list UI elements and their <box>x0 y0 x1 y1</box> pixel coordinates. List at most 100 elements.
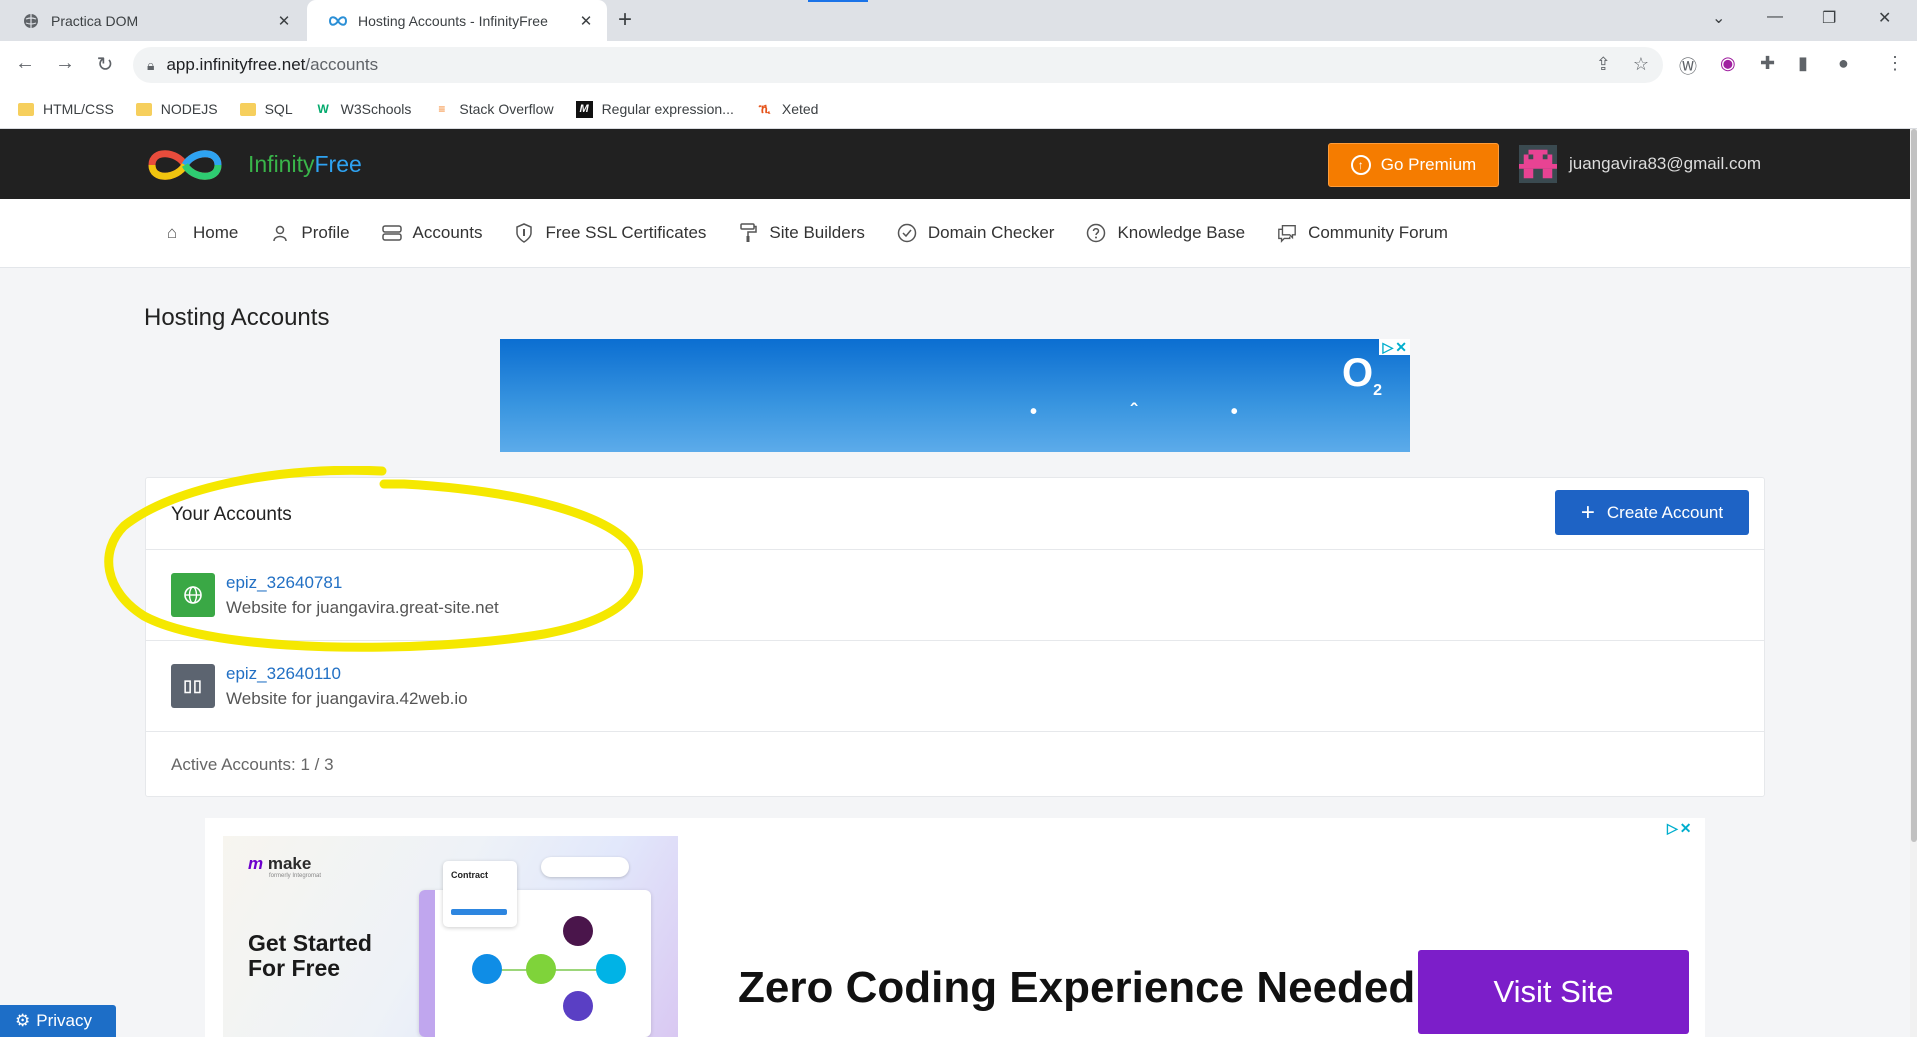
nav-label: Home <box>193 223 239 242</box>
bookmark-nodejs[interactable]: NODEJS <box>135 101 218 117</box>
card-title: Your Accounts <box>171 504 292 525</box>
o2-logo: O2 <box>1342 351 1382 400</box>
back-icon[interactable]: ← <box>12 52 38 75</box>
visit-site-button[interactable]: Visit Site <box>1418 950 1689 1034</box>
user-email[interactable]: juangavira83@gmail.com <box>1569 154 1761 174</box>
tab-practica-dom[interactable]: Practica DOM ✕ <box>0 0 305 41</box>
accounts-card: Your Accounts + Create Account epiz_3264… <box>145 477 1765 797</box>
ad-close-icon[interactable]: ✕ <box>1680 821 1692 835</box>
create-account-label: Create Account <box>1606 502 1724 522</box>
adchoices[interactable]: ▷ ✕ <box>1664 820 1695 836</box>
shield-icon <box>514 223 534 243</box>
folder-icon <box>135 102 152 116</box>
menu-kebab-icon[interactable]: ⋮ <box>1886 53 1904 74</box>
nav-profile[interactable]: Profile <box>270 223 350 243</box>
profile-icon[interactable]: ● <box>1838 53 1849 74</box>
nav-community-forum[interactable]: Community Forum <box>1277 223 1448 243</box>
address-bar[interactable]: 🔒︎ app.infinityfree.net/accounts ⇪ ☆ <box>133 47 1663 83</box>
calendly-icon <box>596 954 626 984</box>
reload-icon[interactable]: ↻ <box>92 52 118 77</box>
account-name-link[interactable]: epiz_32640781 <box>226 573 342 593</box>
bookmark-stackoverflow[interactable]: ≡ Stack Overflow <box>433 101 553 118</box>
globe-icon <box>171 573 215 617</box>
bookmark-label: Stack Overflow <box>459 101 554 117</box>
ad-make[interactable]: m make formerly Integromat Get Started F… <box>205 818 1705 1037</box>
nav-accounts[interactable]: Accounts <box>381 223 483 243</box>
chat-icon <box>1277 223 1297 243</box>
contract-label: Contract <box>451 870 489 880</box>
nav-site-builders[interactable]: Site Builders <box>738 223 865 243</box>
create-account-button[interactable]: + Create Account <box>1555 490 1749 535</box>
bookmark-html-css[interactable]: HTML/CSS <box>18 101 114 117</box>
make-logo: m make <box>248 854 311 874</box>
arrow-up-circle-icon: ↑ <box>1350 155 1371 175</box>
nav-label: Site Builders <box>769 223 865 242</box>
url-host: app.infinityfree.net <box>166 55 306 74</box>
close-tab-icon[interactable]: ✕ <box>577 12 595 30</box>
adchoices-play-icon[interactable]: ▷ <box>1667 821 1678 835</box>
adchoices[interactable]: ▷ ✕ <box>1379 339 1410 355</box>
active-accounts-count: Active Accounts: 1 / 3 <box>171 755 334 774</box>
new-tab-icon[interactable]: + <box>618 6 632 34</box>
ad-tagline: Get Started For Free <box>248 930 372 981</box>
account-description: Website for juangavira.great-site.net <box>226 598 499 617</box>
gear-icon: ⚙ <box>15 1011 31 1030</box>
omnibox-actions: ⇪ ☆ <box>1596 54 1649 75</box>
tab-hosting-accounts[interactable]: Hosting Accounts - InfinityFree ✕ <box>307 0 607 41</box>
make-logo-text: make <box>267 854 312 873</box>
bookmark-w3schools[interactable]: W W3Schools <box>315 101 411 118</box>
nav-home[interactable]: ⌂ Home <box>162 223 239 243</box>
flow-node-icon <box>526 954 556 984</box>
privacy-button[interactable]: ⚙ Privacy <box>0 1005 116 1037</box>
tab-title: Practica DOM <box>51 12 139 29</box>
infinityfree-logo-icon[interactable] <box>144 145 226 185</box>
minimize-icon[interactable]: — <box>1767 8 1783 26</box>
bookmark-label: Regular expression... <box>601 101 734 117</box>
stackoverflow-icon: ≡ <box>438 102 446 116</box>
privacy-label: Privacy <box>36 1011 92 1030</box>
xeted-icon: ኺ <box>758 101 770 116</box>
star-icon[interactable]: ☆ <box>1633 54 1649 75</box>
adchoices-play-icon[interactable]: ▷ <box>1382 340 1393 354</box>
scrollbar-thumb[interactable] <box>1911 129 1917 842</box>
wordpress-extension-icon[interactable]: Ⓦ <box>1679 53 1697 79</box>
plus-icon: + <box>1580 498 1595 526</box>
account-row[interactable]: epiz_32640781 Website for juangavira.gre… <box>146 550 1764 641</box>
url-path: /accounts <box>305 55 379 74</box>
account-name-link[interactable]: epiz_32640110 <box>226 664 341 684</box>
bookmark-sql[interactable]: SQL <box>239 101 293 117</box>
go-premium-button[interactable]: ↑ Go Premium <box>1328 143 1499 187</box>
ad-banner-o2[interactable]: • ˆ • O2 ▷ ✕ <box>500 339 1410 452</box>
card-header: Your Accounts + Create Account <box>146 478 1764 550</box>
intercom-icon <box>563 991 593 1021</box>
nav-domain-checker[interactable]: Domain Checker <box>897 223 1054 243</box>
puzzle-extensions-icon[interactable]: ✚ <box>1760 53 1775 74</box>
bookmark-label: NODEJS <box>160 101 218 117</box>
infinity-favicon-icon <box>329 12 347 30</box>
folder-icon <box>239 102 256 116</box>
ad-close-icon[interactable]: ✕ <box>1395 340 1407 354</box>
account-row[interactable]: ▯▯ epiz_32640110 Website for juangavira.… <box>146 641 1764 732</box>
share-icon[interactable]: ⇪ <box>1596 54 1611 75</box>
tab-search-chevron-icon[interactable]: ⌄ <box>1712 8 1725 28</box>
avatar[interactable] <box>1519 145 1557 183</box>
forward-icon[interactable]: → <box>52 52 78 75</box>
bookmark-regex[interactable]: M Regular expression... <box>575 100 734 118</box>
globe-icon <box>22 12 40 30</box>
page-title: Hosting Accounts <box>144 304 330 331</box>
broadcast-extension-icon[interactable]: ◉ <box>1720 53 1736 74</box>
nav-label: Accounts <box>412 223 483 242</box>
ad-contract-card: Contract <box>443 861 517 927</box>
salesforce-icon <box>472 954 502 984</box>
bookmark-xeted[interactable]: ኺ Xeted <box>756 101 819 118</box>
close-tab-icon[interactable]: ✕ <box>275 12 293 30</box>
sidepanel-icon[interactable]: ▮ <box>1798 53 1808 74</box>
brand-name[interactable]: InfinityFree <box>248 151 362 178</box>
lock-icon[interactable]: 🔒︎ <box>147 57 154 74</box>
ad-headline: Zero Coding Experience Needed <box>738 963 1416 1012</box>
nav-knowledge-base[interactable]: Knowledge Base <box>1086 223 1245 243</box>
restore-icon[interactable]: ❐ <box>1822 8 1836 28</box>
nav-label: Free SSL Certificates <box>545 223 707 242</box>
close-window-icon[interactable]: ✕ <box>1878 8 1891 28</box>
nav-free-ssl[interactable]: Free SSL Certificates <box>514 223 706 243</box>
